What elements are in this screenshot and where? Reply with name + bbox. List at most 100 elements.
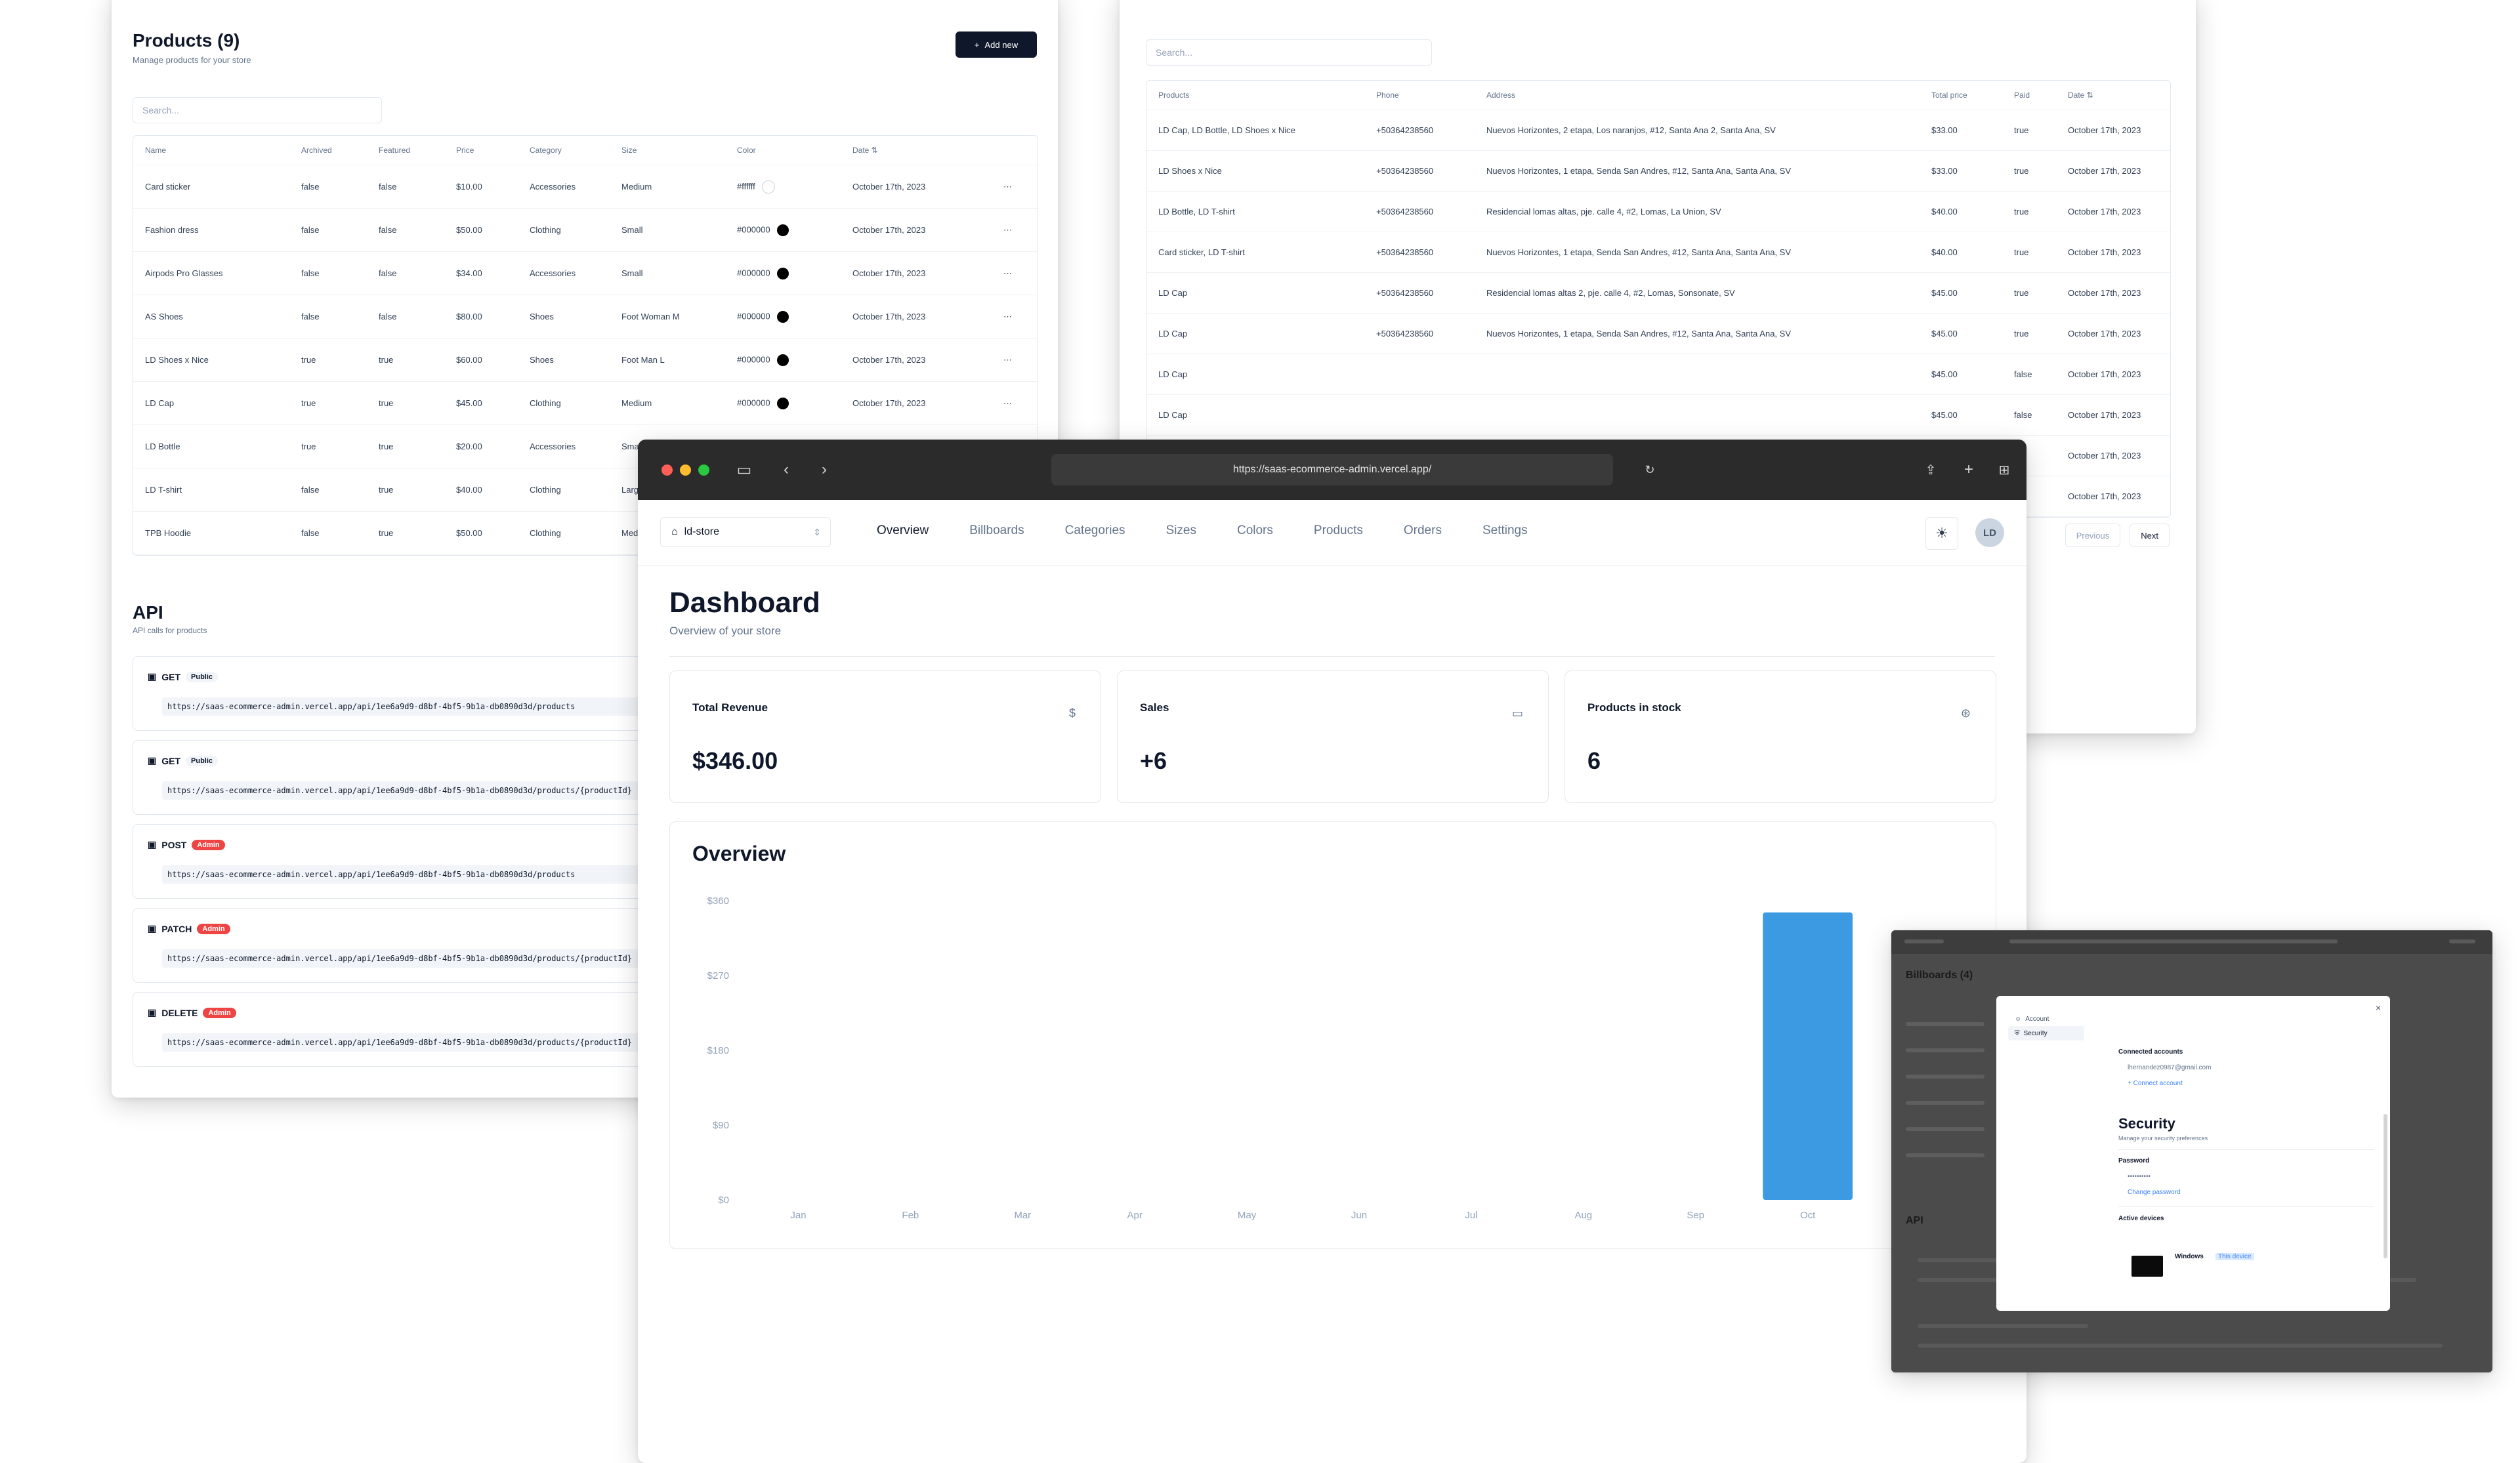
orders-table-header: Products Phone Address Total price Paid Date … bbox=[1146, 81, 2170, 110]
store-icon: ⌂ bbox=[671, 526, 678, 537]
column-header: Category bbox=[530, 146, 562, 155]
cell-featured: false bbox=[379, 312, 397, 321]
x-tick-label: May bbox=[1238, 1210, 1257, 1221]
cell-category: Shoes bbox=[530, 312, 554, 321]
server-icon: ▣ bbox=[148, 671, 157, 682]
cell-total: $40.00 bbox=[1931, 247, 1958, 257]
cell-products: Card sticker, LD T-shirt bbox=[1158, 247, 1245, 257]
server-icon: ▣ bbox=[148, 923, 157, 934]
close-icon[interactable]: × bbox=[2376, 1002, 2381, 1013]
cell-paid: true bbox=[2014, 207, 2029, 216]
nav-orders[interactable]: Orders bbox=[1404, 524, 1442, 538]
y-tick-label: $0 bbox=[718, 1195, 729, 1206]
cell-name: Airpods Pro Glasses bbox=[145, 268, 223, 278]
table-row: LD Cap $45.00 false October 17th, 2023 bbox=[1146, 395, 2170, 436]
cell-size: Foot Man L bbox=[621, 355, 665, 365]
cell-color: #ffffff bbox=[725, 180, 841, 194]
nav-colors[interactable]: Colors bbox=[1237, 524, 1273, 538]
theme-toggle-button[interactable]: ☀ bbox=[1925, 517, 1958, 550]
cell-total: $33.00 bbox=[1931, 125, 1958, 135]
api-method: ▣ POST Admin bbox=[148, 839, 225, 850]
dialog-scrollbar[interactable] bbox=[2384, 1114, 2387, 1258]
table-row: LD Cap +50364238560 Residencial lomas alta… bbox=[1146, 273, 2170, 314]
row-actions-icon[interactable]: ⋯ bbox=[992, 225, 1038, 236]
add-product-label: Add new bbox=[984, 39, 1018, 50]
products-title: Products (9) bbox=[133, 30, 240, 51]
new-tab-icon[interactable]: + bbox=[1956, 457, 1982, 483]
cell-phone: +50364238560 bbox=[1376, 288, 1434, 298]
forward-icon[interactable]: › bbox=[811, 457, 837, 483]
cell-address: Residencial lomas altas 2, pje. calle 4,… bbox=[1486, 288, 1735, 298]
column-header: Phone bbox=[1376, 91, 1399, 100]
add-product-button[interactable]: + Add new bbox=[956, 31, 1037, 58]
stat-label: Products in stock bbox=[1587, 701, 1681, 714]
page-subtitle: Overview of your store bbox=[669, 625, 782, 637]
cell-archived: true bbox=[301, 398, 316, 408]
cell-name: LD T-shirt bbox=[145, 485, 182, 495]
store-switcher[interactable]: ⌂ ld-store ⇕ bbox=[660, 517, 831, 547]
credit-card-icon: ▭ bbox=[1511, 707, 1523, 720]
cell-featured: true bbox=[379, 528, 394, 538]
cell-date: October 17th, 2023 bbox=[2068, 491, 2141, 501]
bar-oct bbox=[1763, 912, 1853, 1200]
table-row: AS Shoes false false $80.00 Shoes Foot Woman … bbox=[133, 295, 1038, 339]
security-heading: Security bbox=[2118, 1115, 2175, 1132]
next-button[interactable]: Next bbox=[2130, 524, 2170, 547]
minimize-window-icon[interactable] bbox=[680, 464, 691, 476]
column-header: Date ⇅ bbox=[852, 146, 878, 155]
cell-total: $45.00 bbox=[1931, 329, 1958, 339]
nav-products[interactable]: Products bbox=[1314, 524, 1363, 538]
nav-categories[interactable]: Categories bbox=[1065, 524, 1125, 538]
cell-paid: true bbox=[2014, 288, 2029, 298]
column-header: Featured bbox=[379, 146, 411, 155]
share-icon[interactable]: ⇪ bbox=[1918, 457, 1944, 483]
column-header: Products bbox=[1158, 91, 1190, 100]
address-bar[interactable]: https://saas-ecommerce-admin.vercel.app/ bbox=[1051, 454, 1613, 485]
table-row: Fashion dress false false $50.00 Clothing Sma… bbox=[133, 209, 1038, 252]
maximize-window-icon[interactable] bbox=[698, 464, 709, 476]
products-search-input[interactable]: Search... bbox=[133, 97, 382, 123]
tab-overview-icon[interactable]: ⊞ bbox=[1991, 457, 2017, 483]
cell-price: $20.00 bbox=[456, 442, 482, 451]
connected-accounts-label: Connected accounts bbox=[2118, 1048, 2183, 1056]
cell-archived: false bbox=[301, 182, 320, 192]
close-window-icon[interactable] bbox=[662, 464, 673, 476]
row-actions-icon[interactable]: ⋯ bbox=[992, 355, 1038, 365]
connect-account-button[interactable]: + Connect account bbox=[2128, 1080, 2183, 1087]
cell-products: LD Cap bbox=[1158, 410, 1188, 420]
cell-featured: true bbox=[379, 485, 394, 495]
api-badge: Admin bbox=[192, 839, 225, 850]
orders-search-input[interactable]: Search... bbox=[1146, 39, 1432, 66]
dialog-nav-security[interactable]: ⛨ Security bbox=[2008, 1026, 2084, 1041]
cell-address: Nuevos Horizontes, 1 etapa, Senda San An… bbox=[1486, 329, 1791, 339]
user-avatar[interactable]: LD bbox=[1975, 518, 2004, 547]
cell-total: $45.00 bbox=[1931, 288, 1958, 298]
nav-sizes[interactable]: Sizes bbox=[1166, 524, 1196, 538]
nav-billboards[interactable]: Billboards bbox=[969, 524, 1024, 538]
change-password-button[interactable]: Change password bbox=[2128, 1189, 2181, 1196]
cell-address: Nuevos Horizontes, 1 etapa, Senda San An… bbox=[1486, 166, 1791, 176]
cell-price: $50.00 bbox=[456, 528, 482, 538]
page-title: Dashboard bbox=[669, 587, 820, 619]
divider bbox=[669, 656, 1995, 657]
row-actions-icon[interactable]: ⋯ bbox=[992, 182, 1038, 192]
dialog-nav-account[interactable]: ☺ Account bbox=[2008, 1012, 2084, 1026]
row-actions-icon[interactable]: ⋯ bbox=[992, 398, 1038, 409]
sidebar-toggle-icon[interactable]: ▭ bbox=[731, 457, 757, 483]
cell-price: $10.00 bbox=[456, 182, 482, 192]
cell-paid: false bbox=[2014, 410, 2032, 420]
color-hex: #000000 bbox=[737, 354, 770, 364]
device-badge: This device bbox=[2216, 1253, 2254, 1260]
reload-icon[interactable]: ↻ bbox=[1637, 457, 1663, 483]
back-icon[interactable]: ‹ bbox=[773, 457, 799, 483]
x-tick-label: Sep bbox=[1687, 1210, 1704, 1221]
table-row: Airpods Pro Glasses false false $34.00 Acces… bbox=[133, 252, 1038, 295]
nav-settings[interactable]: Settings bbox=[1482, 524, 1528, 538]
previous-button[interactable]: Previous bbox=[2065, 524, 2121, 547]
nav-overview[interactable]: Overview bbox=[877, 524, 929, 538]
cell-name: LD Bottle bbox=[145, 442, 180, 451]
row-actions-icon[interactable]: ⋯ bbox=[992, 268, 1038, 279]
x-tick-label: Mar bbox=[1014, 1210, 1031, 1221]
row-actions-icon[interactable]: ⋯ bbox=[992, 312, 1038, 322]
color-swatch bbox=[776, 310, 789, 323]
